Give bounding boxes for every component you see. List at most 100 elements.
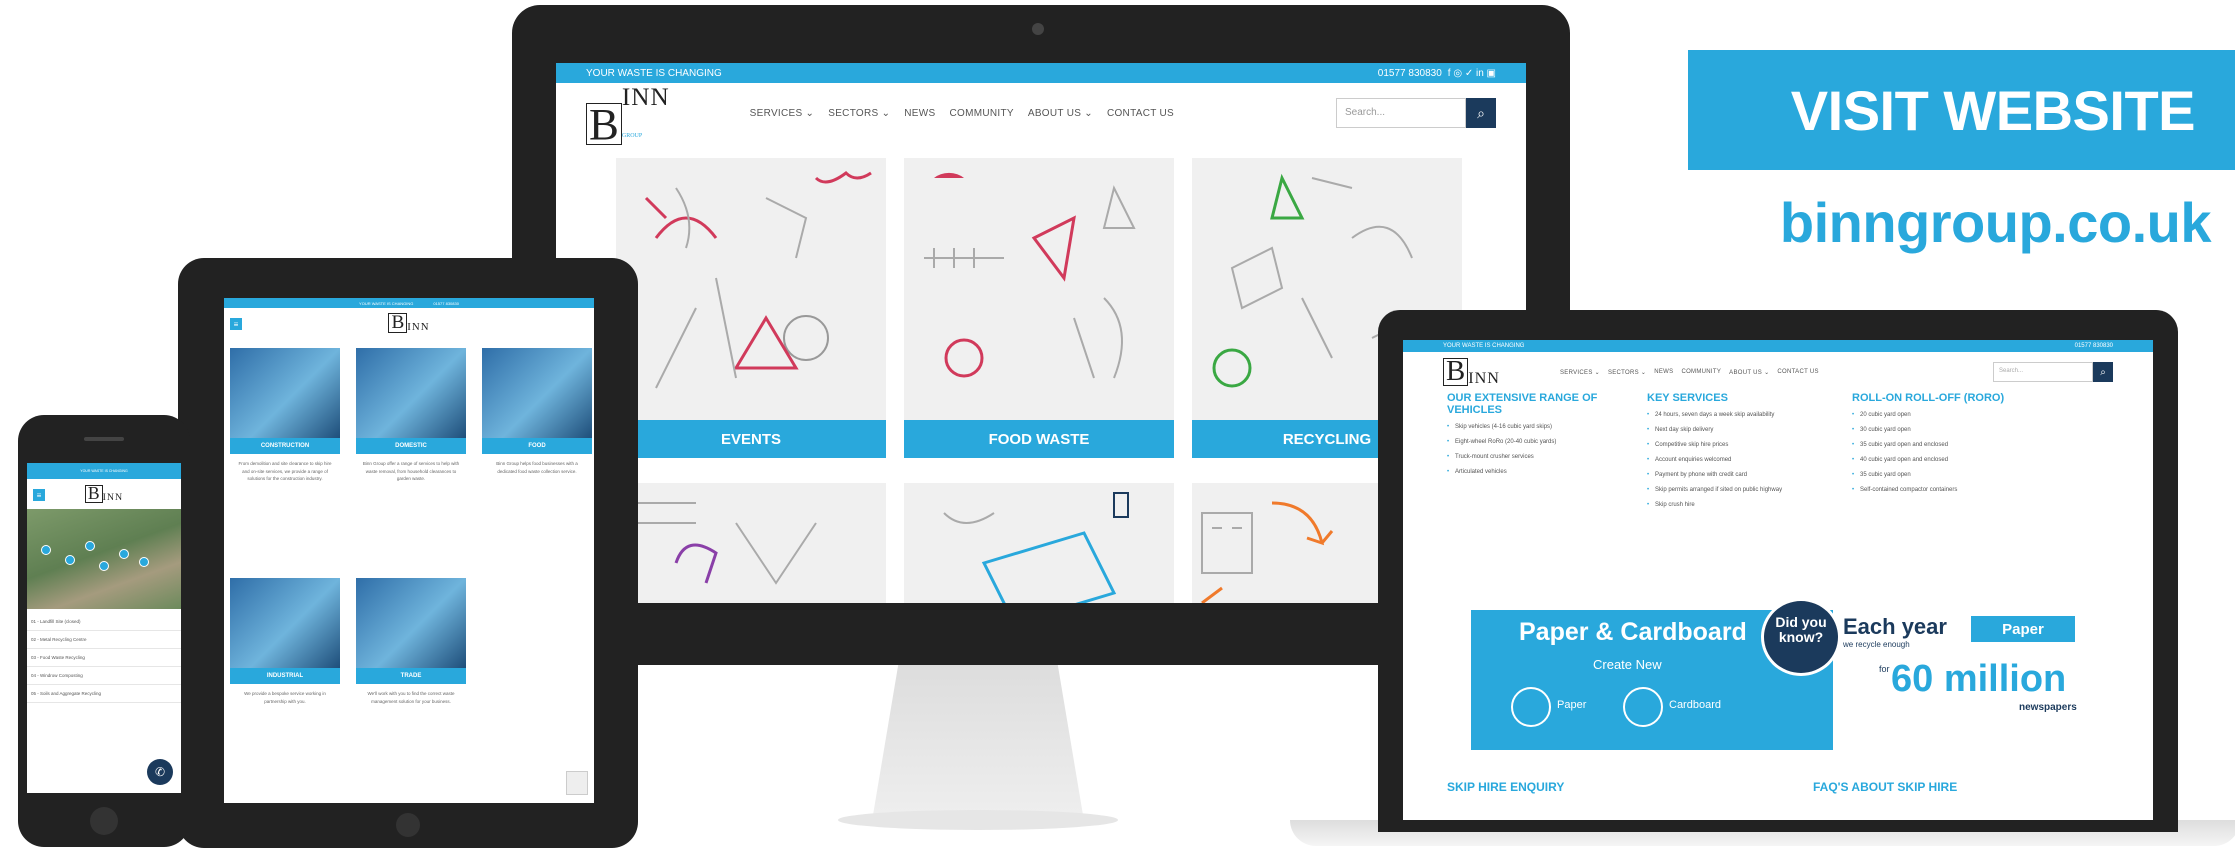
laptop-search-icon[interactable]: ⌕ xyxy=(2093,362,2113,382)
key-services-column: KEY SERVICES 24 hours, seven days a week… xyxy=(1647,392,1852,517)
laptop-nav-services[interactable]: SERVICES ⌄ xyxy=(1560,369,1600,376)
nav-about[interactable]: ABOUT US ⌄ xyxy=(1028,108,1093,119)
list-item: Competitive skip hire prices xyxy=(1647,442,1852,448)
search-icon[interactable]: ⌕ xyxy=(1466,98,1496,128)
newspapers-text: newspapers xyxy=(2019,702,2077,713)
nav-community[interactable]: COMMUNITY xyxy=(949,108,1013,119)
phone-hamburger-icon[interactable]: ≡ xyxy=(33,489,45,501)
roro-column: ROLL-ON ROLL-OFF (RORO) 20 cubic yard op… xyxy=(1852,392,2052,517)
list-item[interactable]: 04 - Windrow Composting xyxy=(27,667,181,685)
tile-row2-2-illustration xyxy=(943,492,1129,603)
map-pin-icon[interactable] xyxy=(139,557,149,567)
desktop-nav: SERVICES ⌄ SECTORS ⌄ NEWS COMMUNITY ABOU… xyxy=(750,108,1316,119)
construction-photo xyxy=(230,348,340,438)
list-item: Skip vehicles (4-16 cubic yard skips) xyxy=(1447,424,1647,430)
desktop-search: Search... ⌕ xyxy=(1336,98,1496,128)
laptop-phone[interactable]: 01577 830830 xyxy=(2075,343,2113,349)
list-item: Next day skip delivery xyxy=(1647,427,1852,433)
binn-logo[interactable]: B INN GROUP xyxy=(586,81,670,146)
map-pin-icon[interactable] xyxy=(85,541,95,551)
map-pin-icon[interactable] xyxy=(119,549,129,559)
nav-services[interactable]: SERVICES ⌄ xyxy=(750,108,815,119)
tablet-logo[interactable]: B INN xyxy=(388,313,429,333)
list-item: 35 cubic yard open xyxy=(1852,472,2052,478)
domestic-photo xyxy=(356,348,466,438)
roro-heading: ROLL-ON ROLL-OFF (RORO) xyxy=(1852,392,2005,404)
phone-logo[interactable]: B INN xyxy=(84,484,123,503)
map-pin-icon[interactable] xyxy=(99,561,109,571)
monitor-foot xyxy=(838,810,1118,830)
vehicles-heading: OUR EXTENSIVE RANGE OF VEHICLES xyxy=(1447,392,1598,417)
tile-events-label: EVENTS xyxy=(616,420,886,458)
tile-food-waste[interactable]: FOOD WASTE xyxy=(904,158,1174,458)
trade-photo xyxy=(356,578,466,668)
food-photo xyxy=(482,348,592,438)
laptop-top-bar: YOUR WASTE IS CHANGING 01577 830830 xyxy=(1403,340,2153,352)
we-recycle-text: we recycle enough xyxy=(1843,640,1910,649)
tablet-phone[interactable]: 01577 830830 xyxy=(433,301,459,306)
paper-cardboard-banner: Paper & Cardboard Create New Paper Cardb… xyxy=(1471,598,2091,750)
sites-list: 01 - Landfill Site (closed) 02 - Metal R… xyxy=(27,609,181,703)
card-construction[interactable]: CONSTRUCTION From demolition and site cl… xyxy=(230,348,340,568)
list-item: Account enquiries welcomed xyxy=(1647,457,1852,463)
map-pin-icon[interactable] xyxy=(41,545,51,555)
tile-events[interactable]: EVENTS xyxy=(616,158,886,458)
laptop-search-input[interactable]: Search... xyxy=(1993,362,2093,382)
social-icons[interactable]: f ◎ ✓ in ▣ xyxy=(1448,68,1496,79)
card-food[interactable]: FOOD Binn Group helps food businesses wi… xyxy=(482,348,592,568)
card-trade[interactable]: TRADE We'll work with you to find the co… xyxy=(356,578,466,798)
key-services-heading: KEY SERVICES xyxy=(1647,392,1728,404)
card-caption: FOOD xyxy=(482,438,592,454)
search-input[interactable]: Search... xyxy=(1336,98,1466,128)
phone-number[interactable]: 01577 830830 xyxy=(1378,68,1442,79)
list-item: Eight-wheel RoRo (20-40 cubic yards) xyxy=(1447,439,1647,445)
each-year-heading: Each year xyxy=(1843,614,1947,639)
list-item[interactable]: 05 - Soils and Aggregate Recycling xyxy=(27,685,181,703)
phone-top-bar: YOUR WASTE IS CHANGING xyxy=(27,463,181,479)
banner-subtitle: Create New xyxy=(1593,657,1662,672)
tablet-top-bar: YOUR WASTE IS CHANGING 01577 830830 xyxy=(224,298,594,308)
card-caption: TRADE xyxy=(356,668,466,684)
laptop-nav-contact[interactable]: CONTACT US xyxy=(1777,369,1818,376)
card-domestic[interactable]: DOMESTIC Binn Group offer a range of ser… xyxy=(356,348,466,568)
card-caption: INDUSTRIAL xyxy=(230,668,340,684)
list-item[interactable]: 01 - Landfill Site (closed) xyxy=(27,613,181,631)
phone-screen: YOUR WASTE IS CHANGING ≡ B INN 01 - Land… xyxy=(27,463,181,793)
card-industrial[interactable]: INDUSTRIAL We provide a bespoke service … xyxy=(230,578,340,798)
laptop-nav-community[interactable]: COMMUNITY xyxy=(1681,369,1721,376)
phone-call-icon[interactable]: ✆ xyxy=(147,759,173,785)
laptop-nav-about[interactable]: ABOUT US ⌄ xyxy=(1729,369,1769,376)
list-item: 20 cubic yard open xyxy=(1852,412,2052,418)
list-item: Truck-mount crusher services xyxy=(1447,454,1647,460)
tile-row2-1[interactable] xyxy=(616,483,886,603)
laptop-logo[interactable]: B INN xyxy=(1443,357,1500,386)
card-text: We'll work with you to find the correct … xyxy=(367,691,455,704)
website-url-link[interactable]: binngroup.co.uk xyxy=(1780,190,2212,255)
list-item: 35 cubic yard open and enclosed xyxy=(1852,442,2052,448)
hamburger-menu-icon[interactable]: ≡ xyxy=(230,318,242,330)
laptop-search: Search... ⌕ xyxy=(1993,362,2113,382)
tile-row2-2[interactable] xyxy=(904,483,1174,603)
visit-website-label: VISIT WEBSITE xyxy=(1790,78,2196,142)
phone-speaker xyxy=(84,437,124,441)
list-item: Articulated vehicles xyxy=(1447,469,1647,475)
logo-sub: GROUP xyxy=(621,133,643,139)
nav-sectors[interactable]: SECTORS ⌄ xyxy=(828,108,890,119)
sites-aerial-map[interactable] xyxy=(27,509,181,609)
nav-contact[interactable]: CONTACT US xyxy=(1107,108,1174,119)
sixty-million-stat: 60 million xyxy=(1891,658,2067,700)
tablet-logo-letter: B xyxy=(388,313,408,333)
paper-tag: Paper xyxy=(1971,616,2075,642)
recaptcha-badge[interactable] xyxy=(566,771,588,795)
laptop-nav-sectors[interactable]: SECTORS ⌄ xyxy=(1608,369,1646,376)
list-item[interactable]: 03 - Food Waste Recycling xyxy=(27,649,181,667)
food-illustration xyxy=(924,172,1136,379)
visit-website-button[interactable]: VISIT WEBSITE xyxy=(1688,50,2235,170)
map-pin-icon[interactable] xyxy=(65,555,75,565)
services-columns: OUR EXTENSIVE RANGE OF VEHICLES Skip veh… xyxy=(1403,392,2153,517)
laptop-nav-news[interactable]: NEWS xyxy=(1654,369,1673,376)
faq-skip-hire-heading: FAQ'S ABOUT SKIP HIRE xyxy=(1813,780,1958,794)
nav-news[interactable]: NEWS xyxy=(904,108,935,119)
list-item[interactable]: 02 - Metal Recycling Centre xyxy=(27,631,181,649)
monitor-stand xyxy=(873,665,1083,815)
